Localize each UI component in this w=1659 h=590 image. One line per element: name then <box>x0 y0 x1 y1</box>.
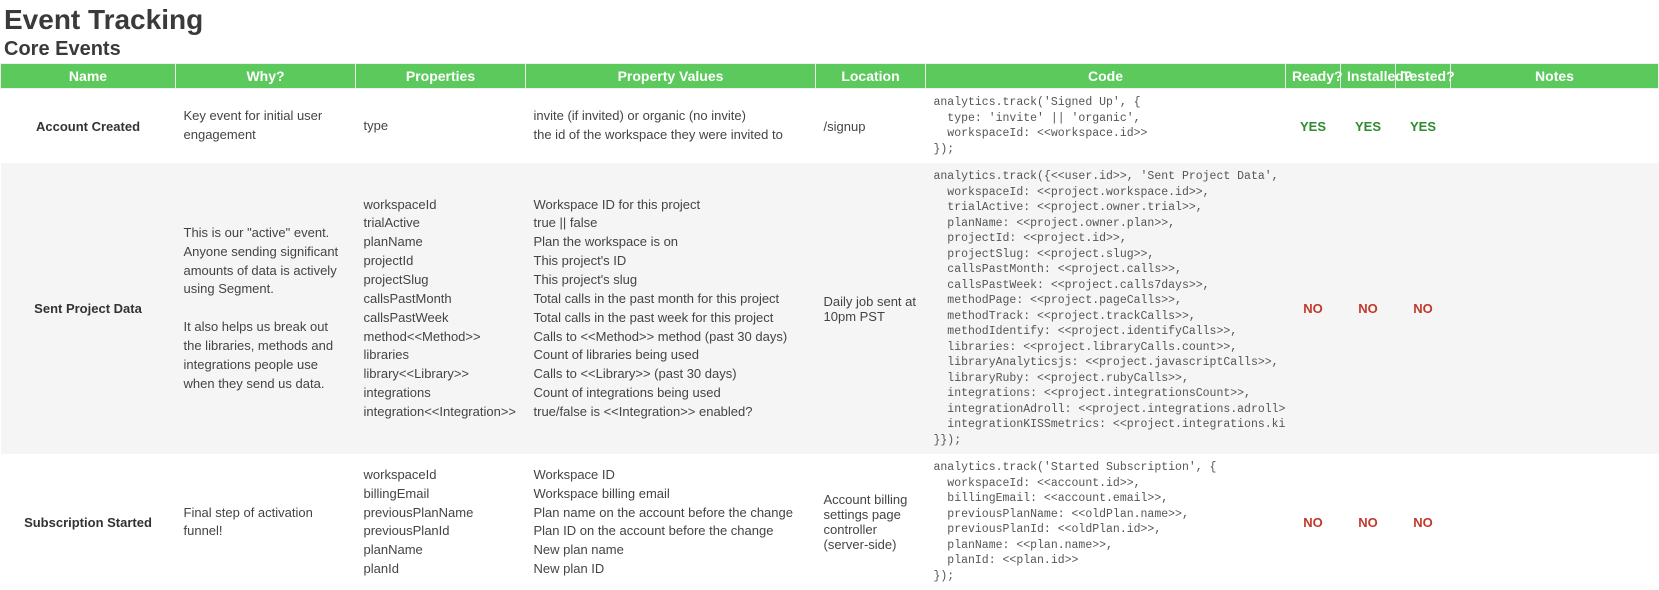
cell-notes[interactable] <box>1451 89 1659 164</box>
col-ready: Ready? <box>1286 64 1341 89</box>
cell-values[interactable]: Workspace ID Workspace billing email Pla… <box>526 454 816 590</box>
section-title: Core Events <box>4 38 1659 61</box>
cell-notes[interactable] <box>1451 163 1659 454</box>
page-title: Event Tracking <box>4 4 1659 36</box>
cell-why[interactable]: This is our "active" event. Anyone sendi… <box>176 163 356 454</box>
cell-tested[interactable]: NO <box>1396 454 1451 590</box>
col-code: Code <box>926 64 1286 89</box>
events-table: Name Why? Properties Property Values Loc… <box>0 63 1659 590</box>
table-row: Subscription Started Final step of activ… <box>1 454 1659 590</box>
cell-values[interactable]: invite (if invited) or organic (no invit… <box>526 89 816 164</box>
cell-code[interactable]: analytics.track('Signed Up', { type: 'in… <box>926 89 1286 164</box>
cell-why[interactable]: Final step of activation funnel! <box>176 454 356 590</box>
col-installed: Installed? <box>1341 64 1396 89</box>
col-location: Location <box>816 64 926 89</box>
cell-ready[interactable]: YES <box>1286 89 1341 164</box>
col-why: Why? <box>176 64 356 89</box>
cell-location[interactable]: /signup <box>816 89 926 164</box>
cell-location[interactable]: Daily job sent at 10pm PST <box>816 163 926 454</box>
cell-installed[interactable]: YES <box>1341 89 1396 164</box>
cell-properties[interactable]: workspaceId billingEmail previousPlanNam… <box>356 454 526 590</box>
cell-properties[interactable]: type <box>356 89 526 164</box>
cell-name[interactable]: Subscription Started <box>1 454 176 590</box>
cell-why[interactable]: Key event for initial user engagement <box>176 89 356 164</box>
col-tested: Tested? <box>1396 64 1451 89</box>
table-row: Account Created Key event for initial us… <box>1 89 1659 164</box>
cell-notes[interactable] <box>1451 454 1659 590</box>
cell-code[interactable]: analytics.track('Started Subscription', … <box>926 454 1286 590</box>
cell-properties[interactable]: workspaceId trialActive planName project… <box>356 163 526 454</box>
cell-name[interactable]: Account Created <box>1 89 176 164</box>
cell-code[interactable]: analytics.track({<<user.id>>, 'Sent Proj… <box>926 163 1286 454</box>
cell-tested[interactable]: YES <box>1396 89 1451 164</box>
table-row: Sent Project Data This is our "active" e… <box>1 163 1659 454</box>
table-header-row: Name Why? Properties Property Values Loc… <box>1 64 1659 89</box>
cell-ready[interactable]: NO <box>1286 163 1341 454</box>
col-notes: Notes <box>1451 64 1659 89</box>
cell-tested[interactable]: NO <box>1396 163 1451 454</box>
col-properties: Properties <box>356 64 526 89</box>
cell-installed[interactable]: NO <box>1341 163 1396 454</box>
col-name: Name <box>1 64 176 89</box>
col-values: Property Values <box>526 64 816 89</box>
cell-name[interactable]: Sent Project Data <box>1 163 176 454</box>
cell-installed[interactable]: NO <box>1341 454 1396 590</box>
cell-values[interactable]: Workspace ID for this project true || fa… <box>526 163 816 454</box>
cell-ready[interactable]: NO <box>1286 454 1341 590</box>
cell-location[interactable]: Account billing settings page controller… <box>816 454 926 590</box>
